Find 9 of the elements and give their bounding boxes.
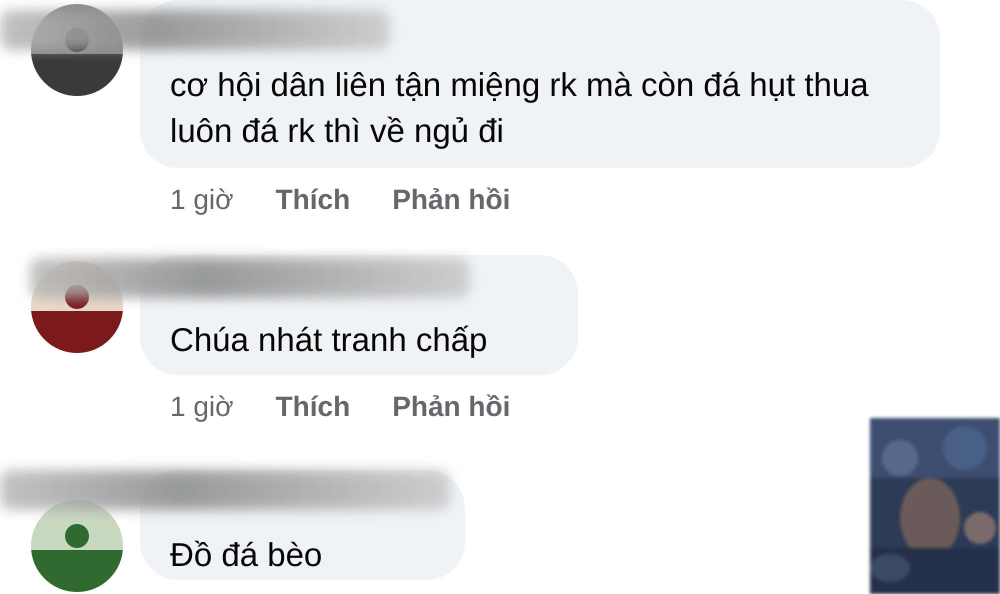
- reply-link[interactable]: Phản hồi: [392, 182, 510, 218]
- comment-text: cơ hội dân liên tận miệng rk mà còn đá hụt thua luôn đá rk thì về ngủ đi: [170, 65, 870, 151]
- timestamp: 1 giờ: [170, 390, 234, 424]
- timestamp: 1 giờ: [170, 183, 234, 217]
- like-link[interactable]: Thích: [276, 389, 350, 425]
- like-link[interactable]: Thích: [276, 182, 350, 218]
- comment-text: Đồ đá bèo: [170, 535, 324, 575]
- comment-text: Chúa nhát tranh chấp: [170, 320, 488, 360]
- reply-link[interactable]: Phản hồi: [392, 389, 510, 425]
